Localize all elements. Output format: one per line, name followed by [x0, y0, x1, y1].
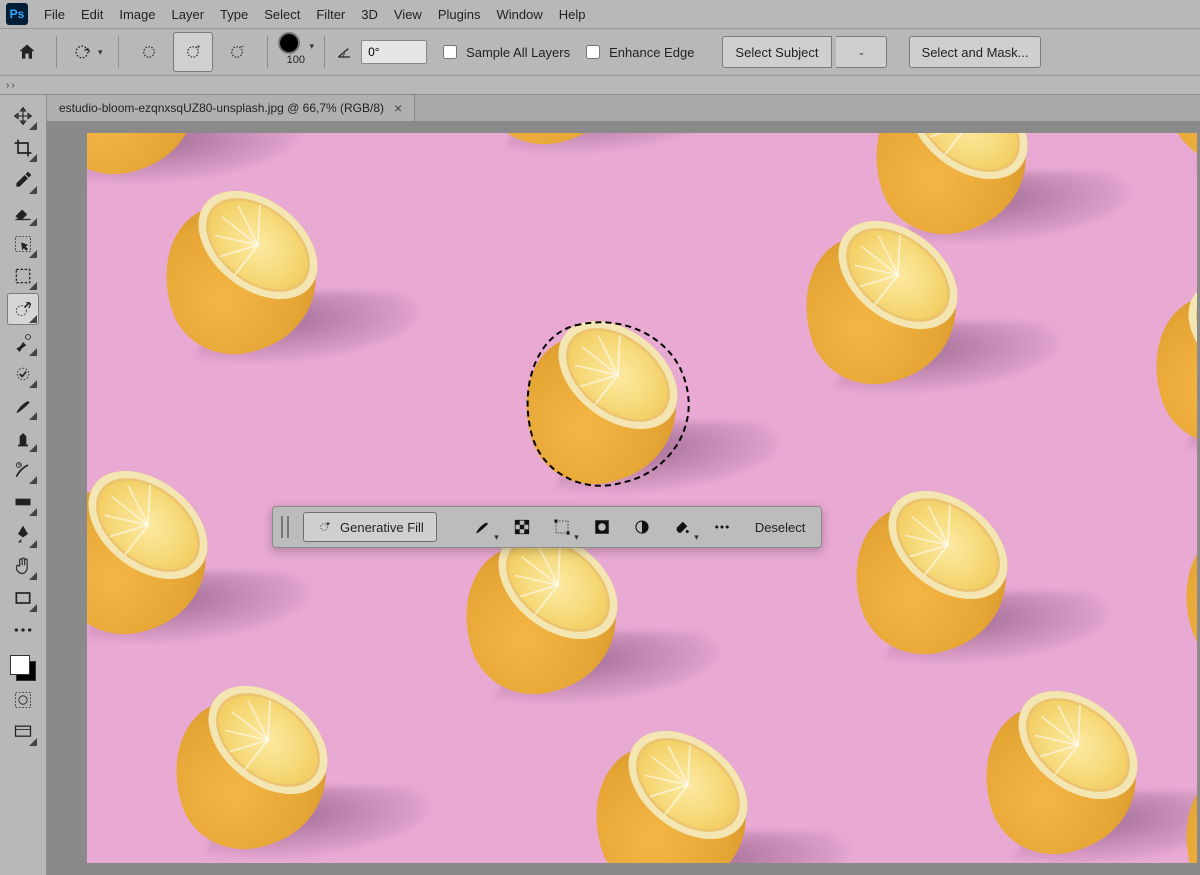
foreground-color[interactable]: [10, 655, 30, 675]
lemon-image: [147, 193, 342, 358]
brush-edit-icon[interactable]: ▾: [467, 513, 497, 541]
options-bar: ▾ + − ▾ 100 Sample All Layers Enhance Ed…: [0, 28, 1200, 76]
separator: [324, 36, 325, 68]
lemon-image: [1167, 753, 1197, 863]
new-selection-mode[interactable]: [129, 32, 169, 72]
separator: [56, 36, 57, 68]
move-tool[interactable]: [8, 101, 38, 131]
paint-bucket-icon[interactable]: ▾: [667, 513, 697, 541]
brush-healing-tool[interactable]: [8, 327, 38, 357]
subtract-selection-mode[interactable]: −: [217, 32, 257, 72]
lemon-image: [507, 323, 702, 488]
quick-mask-icon[interactable]: [8, 685, 38, 715]
lemon-image: [577, 733, 772, 863]
object-selection-tool[interactable]: [8, 229, 38, 259]
drag-handle-icon[interactable]: [281, 516, 289, 538]
hand-tool[interactable]: [8, 551, 38, 581]
select-and-mask-button[interactable]: Select and Mask...: [909, 36, 1042, 68]
lemon-image: [837, 493, 1032, 658]
angle-icon: [335, 42, 355, 62]
svg-text:+: +: [196, 43, 201, 51]
svg-text:−: −: [240, 43, 245, 51]
lemon-image: [1147, 133, 1197, 168]
menu-select[interactable]: Select: [256, 3, 308, 26]
contextual-task-bar[interactable]: Generative Fill ▾ ▾ ▾ Deselect: [272, 506, 822, 548]
menu-plugins[interactable]: Plugins: [430, 3, 489, 26]
lemon-image: [87, 133, 222, 178]
angle-input[interactable]: [361, 40, 427, 64]
select-subject-button[interactable]: Select Subject: [722, 36, 831, 68]
menu-layer[interactable]: Layer: [164, 3, 213, 26]
home-button[interactable]: [8, 35, 46, 69]
brush-size-label: 100: [287, 54, 305, 66]
canvas-viewport[interactable]: Generative Fill ▾ ▾ ▾ Deselect: [47, 121, 1200, 875]
lemon-image: [1167, 513, 1197, 678]
menu-3d[interactable]: 3D: [353, 3, 386, 26]
crop-tool[interactable]: [8, 133, 38, 163]
menu-filter[interactable]: Filter: [308, 3, 353, 26]
lemon-image: [967, 693, 1162, 858]
separator: [118, 36, 119, 68]
tool-palette: [0, 95, 47, 875]
more-tools-icon[interactable]: [8, 615, 38, 645]
menu-help[interactable]: Help: [551, 3, 594, 26]
deselect-button[interactable]: Deselect: [747, 520, 814, 535]
sample-all-layers-checkbox[interactable]: Sample All Layers: [439, 42, 570, 62]
lemon-image: [457, 133, 652, 148]
menu-bar: Ps FileEditImageLayerTypeSelectFilter3DV…: [0, 0, 1200, 28]
sparkle-icon: [316, 519, 332, 535]
add-selection-mode[interactable]: +: [173, 32, 213, 72]
mask-icon[interactable]: [587, 513, 617, 541]
lemon-image: [1137, 283, 1197, 448]
separator: [267, 36, 268, 68]
transform-selection-icon[interactable]: ▾: [547, 513, 577, 541]
lemon-image: [157, 688, 352, 853]
history-brush-tool[interactable]: [8, 455, 38, 485]
clone-stamp-tool[interactable]: [8, 423, 38, 453]
menu-file[interactable]: File: [36, 3, 73, 26]
pen-tool[interactable]: [8, 519, 38, 549]
more-options-icon[interactable]: [707, 513, 737, 541]
screen-mode-icon[interactable]: [8, 717, 38, 747]
document-tab[interactable]: estudio-bloom-ezqnxsqUZ80-unsplash.jpg @…: [47, 94, 415, 121]
lemon-image: [787, 223, 982, 388]
menu-window[interactable]: Window: [488, 3, 550, 26]
spot-healing-tool[interactable]: [8, 359, 38, 389]
brush-size-picker[interactable]: ▾ 100: [278, 38, 315, 66]
document-tab-bar: estudio-bloom-ezqnxsqUZ80-unsplash.jpg @…: [47, 95, 1200, 121]
select-subject-dropdown[interactable]: ⌄: [836, 36, 887, 68]
quick-select-tool-indicator[interactable]: ▾: [67, 37, 108, 67]
home-icon: [17, 42, 37, 62]
eyedropper-tool[interactable]: [8, 165, 38, 195]
document-tab-title: estudio-bloom-ezqnxsqUZ80-unsplash.jpg @…: [59, 101, 384, 115]
menu-type[interactable]: Type: [212, 3, 256, 26]
menu-edit[interactable]: Edit: [73, 3, 111, 26]
enhance-edge-checkbox[interactable]: Enhance Edge: [582, 42, 694, 62]
lemon-image: [447, 533, 642, 698]
menu-view[interactable]: View: [386, 3, 430, 26]
panel-expand-row: ››: [0, 76, 1200, 95]
canvas[interactable]: [87, 133, 1197, 863]
rectangle-tool[interactable]: [8, 583, 38, 613]
brush-angle-control[interactable]: [335, 40, 427, 64]
close-tab-icon[interactable]: ×: [394, 100, 402, 116]
expand-handle-icon[interactable]: ››: [6, 80, 17, 91]
lemon-image: [87, 473, 232, 638]
marquee-tool[interactable]: [8, 261, 38, 291]
menu-image[interactable]: Image: [111, 3, 163, 26]
color-swatches[interactable]: [8, 653, 38, 683]
eraser-tool[interactable]: [8, 197, 38, 227]
fill-pattern-icon[interactable]: [507, 513, 537, 541]
brush-tool[interactable]: [8, 391, 38, 421]
app-logo: Ps: [6, 3, 28, 25]
invert-icon[interactable]: [627, 513, 657, 541]
gradient-tool[interactable]: [8, 487, 38, 517]
generative-fill-button[interactable]: Generative Fill: [303, 512, 437, 542]
document-area: estudio-bloom-ezqnxsqUZ80-unsplash.jpg @…: [47, 95, 1200, 875]
quick-selection-tool[interactable]: [7, 293, 39, 325]
